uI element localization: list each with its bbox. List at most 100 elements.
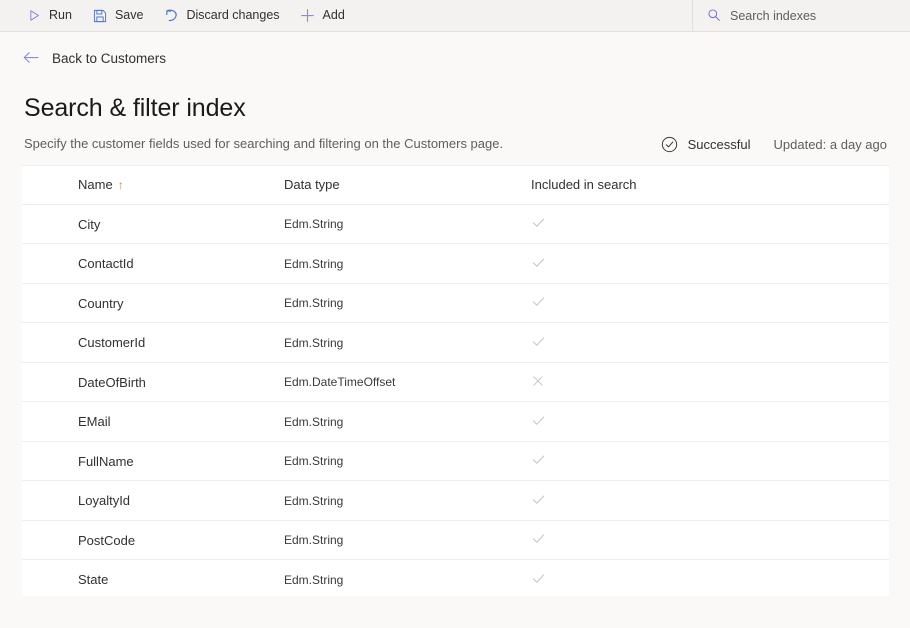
field-data-type: Edm.String: [284, 494, 343, 508]
field-data-type: Edm.String: [284, 533, 343, 547]
run-button-label: Run: [49, 9, 72, 22]
field-data-type: Edm.DateTimeOffset: [284, 375, 395, 389]
field-name: FullName: [78, 454, 134, 469]
field-data-type: Edm.String: [284, 336, 343, 350]
column-header-name-label: Name: [78, 177, 113, 192]
check-icon: [531, 255, 546, 270]
table-row[interactable]: ContactId Edm.String: [22, 244, 889, 284]
column-header-included-in-search[interactable]: Included in search: [509, 166, 889, 205]
cell-name: CustomerId: [22, 323, 264, 363]
table-row[interactable]: CustomerId Edm.String: [22, 323, 889, 363]
cell-included-in-search: [509, 520, 889, 560]
add-button-label: Add: [323, 9, 345, 22]
fields-table: Name↑ Data type Included in search City E…: [22, 166, 889, 596]
back-navigation: Back to Customers: [0, 32, 910, 70]
field-name: City: [78, 217, 100, 232]
last-updated-label: Updated: a day ago: [774, 137, 887, 152]
save-button-label: Save: [115, 9, 144, 22]
cell-data-type: Edm.String: [264, 283, 509, 323]
check-icon: [531, 294, 546, 309]
save-button[interactable]: Save: [82, 0, 154, 31]
page-title: Search & filter index: [24, 94, 888, 123]
field-name: LoyaltyId: [78, 493, 130, 508]
check-icon: [531, 334, 546, 349]
check-icon: [531, 531, 546, 546]
table-row[interactable]: PostCode Edm.String: [22, 520, 889, 560]
page-subtitle: Specify the customer fields used for sea…: [24, 136, 503, 153]
command-bar: Run Save Discard changes: [0, 0, 910, 32]
check-icon: [531, 571, 546, 586]
plus-icon: [300, 8, 316, 24]
field-name: Country: [78, 296, 124, 311]
table-row[interactable]: EMail Edm.String: [22, 402, 889, 442]
cell-included-in-search: [509, 244, 889, 284]
back-to-customers-label: Back to Customers: [52, 51, 166, 66]
field-name: State: [78, 572, 108, 587]
field-data-type: Edm.String: [284, 257, 343, 271]
table-row[interactable]: LoyaltyId Edm.String: [22, 481, 889, 521]
add-button[interactable]: Add: [290, 0, 355, 31]
table-header-row: Name↑ Data type Included in search: [22, 166, 889, 205]
cell-included-in-search: [509, 204, 889, 244]
run-button[interactable]: Run: [16, 0, 82, 31]
column-header-included-in-search-label: Included in search: [531, 177, 637, 192]
command-bar-search-region: [692, 0, 910, 31]
table-row[interactable]: Country Edm.String: [22, 283, 889, 323]
search-icon: [707, 8, 721, 23]
fields-table-body: CityEdm.StringContactIdEdm.StringCountry…: [22, 204, 889, 596]
discard-changes-button-label: Discard changes: [186, 9, 279, 22]
field-data-type: Edm.String: [284, 217, 343, 231]
cell-name: ContactId: [22, 244, 264, 284]
table-row[interactable]: State Edm.String: [22, 560, 889, 596]
cell-name: FullName: [22, 441, 264, 481]
cross-icon: [531, 374, 546, 389]
cell-data-type: Edm.String: [264, 402, 509, 442]
page-header: Search & filter index Specify the custom…: [0, 70, 910, 153]
cell-name: EMail: [22, 402, 264, 442]
cell-data-type: Edm.String: [264, 244, 509, 284]
save-icon: [92, 8, 108, 24]
command-bar-actions: Run Save Discard changes: [0, 0, 355, 31]
cell-data-type: Edm.String: [264, 204, 509, 244]
check-icon: [531, 492, 546, 507]
check-icon: [531, 452, 546, 467]
field-name: PostCode: [78, 533, 135, 548]
cell-data-type: Edm.String: [264, 323, 509, 363]
check-icon: [531, 215, 546, 230]
column-header-name[interactable]: Name↑: [22, 166, 264, 205]
table-row[interactable]: DateOfBirth Edm.DateTimeOffset: [22, 362, 889, 402]
status-badge-label: Successful: [688, 137, 751, 152]
undo-icon: [163, 8, 179, 24]
cell-data-type: Edm.String: [264, 481, 509, 521]
column-header-data-type[interactable]: Data type: [264, 166, 509, 205]
cell-name: DateOfBirth: [22, 362, 264, 402]
cell-included-in-search: [509, 560, 889, 596]
status-region: Successful Updated: a day ago: [661, 136, 888, 153]
cell-data-type: Edm.DateTimeOffset: [264, 362, 509, 402]
cell-name: Country: [22, 283, 264, 323]
table-row[interactable]: FullName Edm.String: [22, 441, 889, 481]
field-data-type: Edm.String: [284, 296, 343, 310]
search-indexes-input[interactable]: [730, 9, 892, 23]
field-data-type: Edm.String: [284, 454, 343, 468]
page-subheader-row: Specify the customer fields used for sea…: [24, 136, 888, 153]
cell-included-in-search: [509, 402, 889, 442]
field-name: ContactId: [78, 256, 134, 271]
discard-changes-button[interactable]: Discard changes: [153, 0, 289, 31]
table-row[interactable]: City Edm.String: [22, 204, 889, 244]
cell-data-type: Edm.String: [264, 520, 509, 560]
cell-name: City: [22, 204, 264, 244]
cell-data-type: Edm.String: [264, 560, 509, 596]
field-data-type: Edm.String: [284, 415, 343, 429]
cell-included-in-search: [509, 362, 889, 402]
back-to-customers-link[interactable]: Back to Customers: [22, 50, 166, 66]
field-name: EMail: [78, 414, 111, 429]
cell-included-in-search: [509, 441, 889, 481]
cell-included-in-search: [509, 283, 889, 323]
field-name: CustomerId: [78, 335, 145, 350]
search-indexes-box[interactable]: [693, 0, 910, 31]
check-icon: [531, 413, 546, 428]
arrow-left-icon: [22, 50, 41, 66]
cell-included-in-search: [509, 323, 889, 363]
fields-table-container: Name↑ Data type Included in search City E…: [22, 165, 889, 596]
